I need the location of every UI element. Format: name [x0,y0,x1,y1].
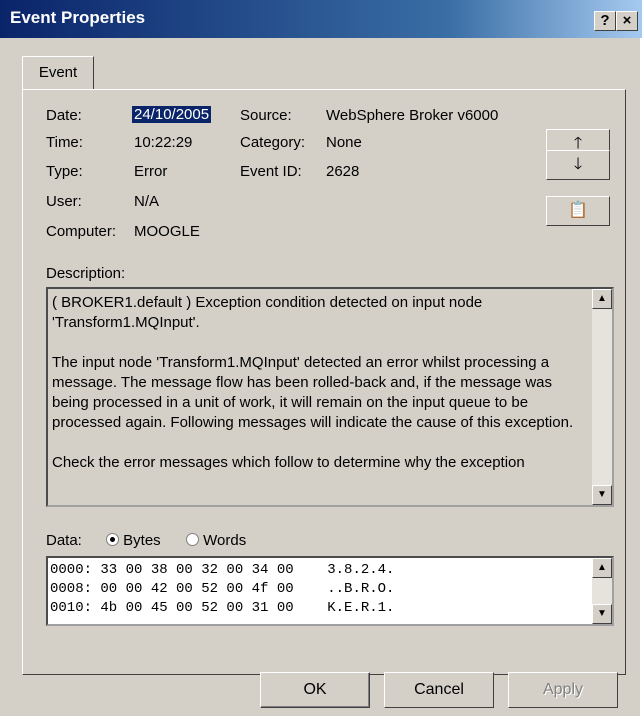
computer-label: Computer: [46,223,117,240]
source-label: Source: [240,107,292,124]
description-paragraph: The input node 'Transform1.MQInput' dete… [52,354,574,431]
date-label: Date: [46,107,82,124]
bytes-label: Bytes [123,532,161,549]
time-value: 10:22:29 [134,134,193,151]
copy-icon: 📋 [568,202,588,219]
hex-line: 0008: 00 00 42 00 52 00 4f 00 ..B.R.O. [50,581,395,597]
window-title: Event Properties [10,8,146,27]
words-radio[interactable]: Words [186,532,246,549]
title-bar: Event Properties ? × [0,0,642,38]
help-button[interactable]: ? [594,11,616,31]
apply-button[interactable]: Apply [508,672,618,708]
type-label: Type: [46,163,83,180]
scroll-down-icon[interactable]: ▼ [592,485,612,505]
description-scrollbar[interactable]: ▲ ▼ [592,289,612,505]
hex-line: 0010: 4b 00 45 00 52 00 31 00 K.E.R.1. [50,600,395,616]
user-label: User: [46,193,82,210]
eventid-value: 2628 [326,163,360,180]
copy-button[interactable]: 📋 [546,196,610,226]
description-paragraph: Check the error messages which follow to… [52,454,525,471]
time-label: Time: [46,134,83,151]
scroll-up-icon[interactable]: ▲ [592,558,612,578]
source-value: WebSphere Broker v6000 [326,107,499,124]
category-value: None [326,134,362,151]
words-label: Words [203,532,247,549]
tab-event[interactable]: Event [22,56,94,90]
category-label: Category: [240,134,306,151]
computer-value: MOOGLE [134,223,200,240]
data-label: Data: [46,532,82,549]
cancel-button[interactable]: Cancel [384,672,494,708]
description-paragraph: ( BROKER1.default ) Exception condition … [52,294,483,331]
radio-selected-icon [106,533,119,546]
type-value: Error [134,163,168,180]
radio-empty-icon [186,533,199,546]
scroll-down-icon[interactable]: ▼ [592,604,612,624]
data-scrollbar[interactable]: ▲ ▼ [592,558,612,624]
bytes-radio[interactable]: Bytes [106,532,161,549]
eventid-label: Event ID: [240,163,302,180]
arrow-down-icon: 🡓 [573,156,583,173]
data-hex-view[interactable]: 0000: 33 00 38 00 32 00 34 00 3.8.2.4. 00… [46,556,614,626]
event-properties-dialog: Event Properties ? × Event Date: 24/10/2… [0,0,642,716]
next-event-button[interactable]: 🡓 [546,150,610,180]
ok-button[interactable]: OK [260,672,370,708]
date-value[interactable]: 24/10/2005 [132,106,212,123]
tab-label: Event [38,64,78,81]
scroll-up-icon[interactable]: ▲ [592,289,612,309]
close-button[interactable]: × [616,11,638,31]
hex-line: 0000: 33 00 38 00 32 00 34 00 3.8.2.4. [50,562,395,578]
description-textbox[interactable]: ( BROKER1.default ) Exception condition … [46,287,614,507]
user-value: N/A [134,193,160,210]
description-label: Description: [46,265,126,282]
